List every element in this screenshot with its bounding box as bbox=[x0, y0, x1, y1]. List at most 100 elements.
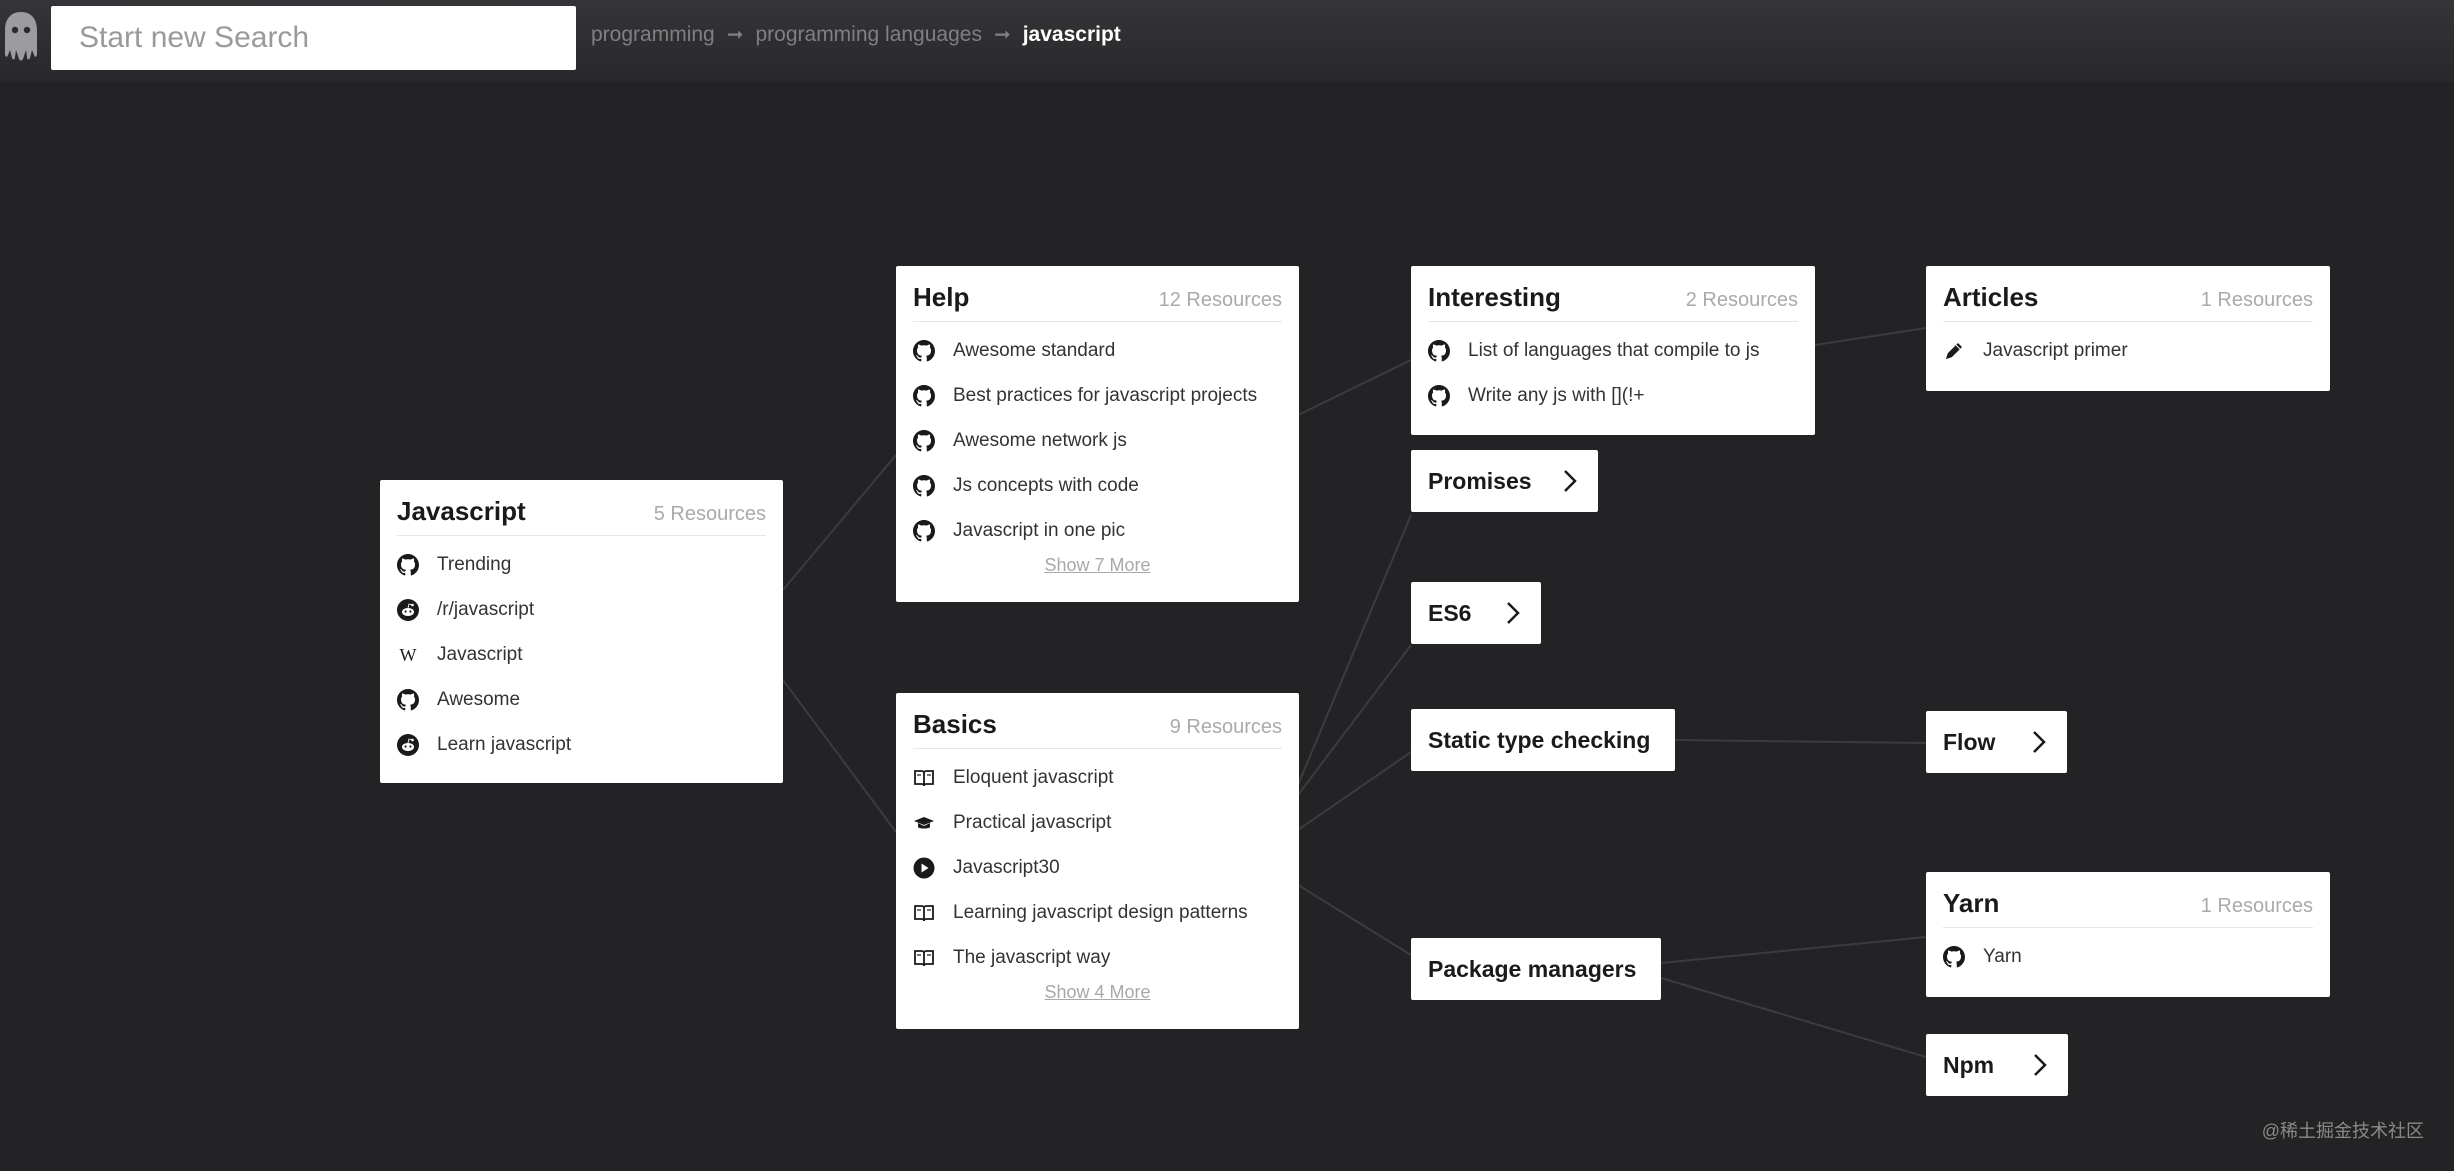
resource-item[interactable]: Learning javascript design patterns bbox=[913, 890, 1282, 935]
resource-item[interactable]: Practical javascript bbox=[913, 800, 1282, 845]
pill-label: Static type checking bbox=[1428, 726, 1651, 753]
topic-card-articles: Articles 1 Resources Javascript primer bbox=[1926, 266, 2330, 391]
resource-label: Learning javascript design patterns bbox=[953, 901, 1248, 923]
resource-label: List of languages that compile to js bbox=[1468, 339, 1760, 361]
card-title[interactable]: Javascript bbox=[397, 496, 526, 527]
resource-item[interactable]: Awesome standard bbox=[913, 328, 1282, 373]
github-icon bbox=[1428, 339, 1450, 362]
github-icon bbox=[397, 688, 419, 711]
pill-label: Promises bbox=[1428, 467, 1532, 494]
octopus-logo-icon[interactable] bbox=[2, 10, 40, 62]
resource-label: The javascript way bbox=[953, 946, 1111, 968]
github-icon bbox=[913, 339, 935, 362]
resource-label: Awesome network js bbox=[953, 429, 1127, 451]
top-bar: programming ➞ programming languages ➞ ja… bbox=[0, 0, 2454, 82]
resource-item[interactable]: List of languages that compile to js bbox=[1428, 328, 1798, 373]
resource-item[interactable]: Js concepts with code bbox=[913, 463, 1282, 508]
search-input[interactable] bbox=[51, 6, 576, 70]
card-title[interactable]: Yarn bbox=[1943, 888, 1999, 919]
pill-label: Flow bbox=[1943, 728, 1996, 755]
resource-label: Javascript primer bbox=[1983, 339, 2128, 361]
resource-label: Awesome standard bbox=[953, 339, 1116, 361]
resource-label: Js concepts with code bbox=[953, 474, 1139, 496]
chevron-right-icon bbox=[1564, 470, 1577, 492]
topic-link-flow[interactable]: Flow bbox=[1926, 711, 2067, 773]
resource-label: Yarn bbox=[1983, 945, 2022, 967]
topic-card-basics: Basics 9 Resources Eloquent javascript P… bbox=[896, 693, 1299, 1029]
resource-count: 12 Resources bbox=[1158, 289, 1282, 311]
topic-link-static-type-checking[interactable]: Static type checking bbox=[1411, 709, 1675, 771]
resource-label: /r/javascript bbox=[437, 598, 535, 620]
resource-label: Practical javascript bbox=[953, 811, 1112, 833]
topic-card-javascript: Javascript 5 Resources Trending /r/javas… bbox=[380, 480, 783, 783]
card-title[interactable]: Basics bbox=[913, 709, 997, 740]
resource-item[interactable]: W Javascript bbox=[397, 632, 766, 677]
resource-item[interactable]: Write any js with [](!+ bbox=[1428, 373, 1798, 418]
resource-count: 5 Resources bbox=[653, 503, 766, 525]
pill-label: Npm bbox=[1943, 1051, 1995, 1078]
resource-label: Javascript30 bbox=[953, 856, 1060, 878]
resource-label: Javascript bbox=[437, 643, 523, 665]
github-icon bbox=[913, 384, 935, 407]
book-icon bbox=[913, 767, 935, 789]
resource-count: 9 Resources bbox=[1169, 716, 1282, 738]
resource-item[interactable]: Awesome network js bbox=[913, 418, 1282, 463]
resource-item[interactable]: Learn javascript bbox=[397, 722, 766, 767]
chevron-right-icon bbox=[2034, 1054, 2047, 1076]
watermark: @稀土掘金技术社区 bbox=[2261, 1121, 2424, 1141]
resource-item[interactable]: Trending bbox=[397, 542, 766, 587]
card-title[interactable]: Interesting bbox=[1428, 282, 1561, 313]
chevron-right-icon bbox=[1507, 602, 1520, 624]
resource-count: 2 Resources bbox=[1685, 289, 1798, 311]
resource-item[interactable]: Javascript primer bbox=[1943, 328, 2313, 373]
resource-item[interactable]: Javascript in one pic bbox=[913, 508, 1282, 553]
resource-item[interactable]: Awesome bbox=[397, 677, 766, 722]
breadcrumb-item-programming-languages[interactable]: programming languages bbox=[755, 23, 981, 47]
resource-label: Eloquent javascript bbox=[953, 766, 1114, 788]
resource-item[interactable]: /r/javascript bbox=[397, 587, 766, 632]
resource-item[interactable]: Javascript30 bbox=[913, 845, 1282, 890]
resource-label: Learn javascript bbox=[437, 733, 572, 755]
topic-card-help: Help 12 Resources Awesome standard Best … bbox=[896, 266, 1299, 602]
github-icon bbox=[913, 519, 935, 542]
pen-icon bbox=[1943, 340, 1965, 362]
card-title[interactable]: Articles bbox=[1943, 282, 2038, 313]
resource-item[interactable]: Yarn bbox=[1943, 934, 2313, 979]
resource-item[interactable]: The javascript way bbox=[913, 935, 1282, 980]
topic-link-package-managers[interactable]: Package managers bbox=[1411, 938, 1661, 1000]
play-icon bbox=[913, 857, 935, 879]
topic-card-yarn: Yarn 1 Resources Yarn bbox=[1926, 872, 2330, 997]
breadcrumb: programming ➞ programming languages ➞ ja… bbox=[591, 22, 1121, 47]
wikipedia-icon: W bbox=[397, 644, 419, 666]
breadcrumb-item-programming[interactable]: programming bbox=[591, 23, 715, 47]
github-icon bbox=[397, 553, 419, 576]
chevron-right-icon bbox=[2033, 731, 2046, 753]
resource-item[interactable]: Best practices for javascript projects bbox=[913, 373, 1282, 418]
topic-link-npm[interactable]: Npm bbox=[1926, 1034, 2068, 1096]
card-title[interactable]: Help bbox=[913, 282, 969, 313]
show-more-link[interactable]: Show 4 More bbox=[913, 982, 1282, 1003]
topic-link-es6[interactable]: ES6 bbox=[1411, 582, 1541, 644]
resource-label: Best practices for javascript projects bbox=[953, 384, 1258, 406]
github-icon bbox=[1943, 945, 1965, 968]
resource-label: Awesome bbox=[437, 688, 521, 710]
resource-count: 1 Resources bbox=[2200, 895, 2313, 917]
topic-link-promises[interactable]: Promises bbox=[1411, 450, 1598, 512]
topic-card-interesting: Interesting 2 Resources List of language… bbox=[1411, 266, 1815, 435]
pill-label: Package managers bbox=[1428, 955, 1637, 982]
book-icon bbox=[913, 947, 935, 969]
breadcrumb-item-javascript: javascript bbox=[1022, 22, 1121, 46]
github-icon bbox=[913, 474, 935, 497]
book-icon bbox=[913, 902, 935, 924]
breadcrumb-arrow-icon: ➞ bbox=[726, 24, 744, 46]
github-icon bbox=[913, 429, 935, 452]
pill-label: ES6 bbox=[1428, 599, 1472, 626]
resource-item[interactable]: Eloquent javascript bbox=[913, 755, 1282, 800]
show-more-link[interactable]: Show 7 More bbox=[913, 555, 1282, 576]
github-icon bbox=[1428, 384, 1450, 407]
resource-label: Javascript in one pic bbox=[953, 519, 1126, 541]
svg-text:W: W bbox=[400, 645, 417, 665]
resource-count: 1 Resources bbox=[2200, 289, 2313, 311]
graduation-cap-icon bbox=[913, 812, 935, 834]
reddit-icon bbox=[397, 598, 419, 621]
